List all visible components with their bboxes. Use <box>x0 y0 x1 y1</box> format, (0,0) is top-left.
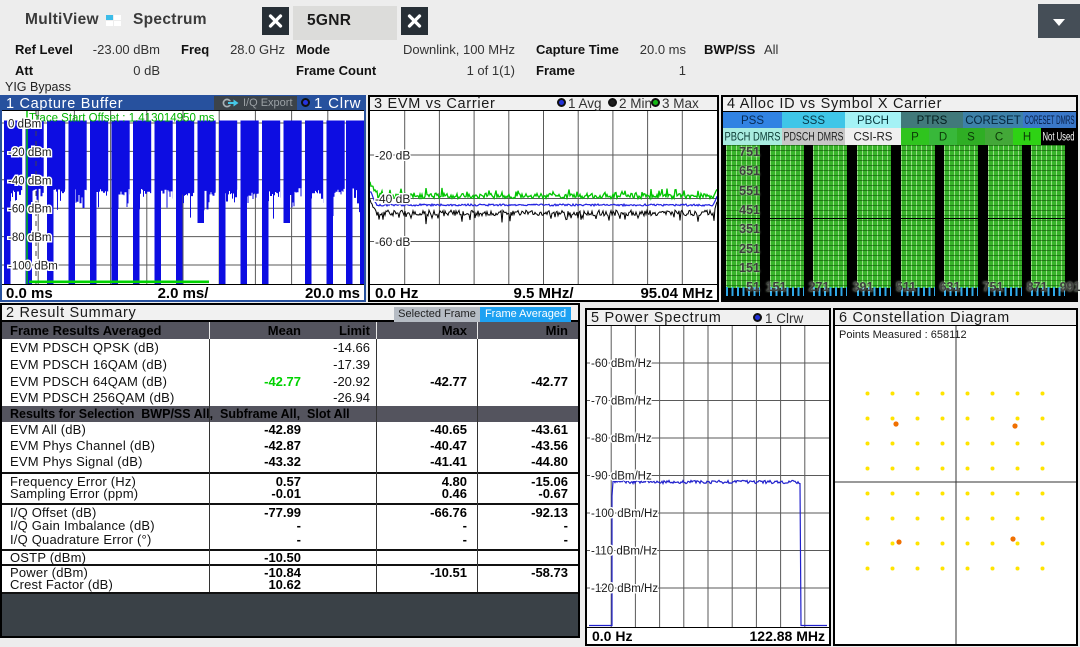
svg-text:PTRS: PTRS <box>917 115 948 127</box>
svg-text:-90 dBm/Hz: -90 dBm/Hz <box>591 471 652 483</box>
svg-text:-40 dBm: -40 dBm <box>8 175 51 187</box>
svg-text:-70 dBm/Hz: -70 dBm/Hz <box>591 396 652 408</box>
svg-text:-80 dBm: -80 dBm <box>8 232 51 244</box>
svg-text:-20 dB: -20 dB <box>375 149 410 163</box>
svg-text:CSI-RS: CSI-RS <box>854 132 893 144</box>
svg-text:-110 dBm/Hz: -110 dBm/Hz <box>591 546 658 558</box>
svg-text:H: H <box>1023 132 1031 144</box>
svg-text:-20 dBm: -20 dBm <box>8 147 51 159</box>
svg-text:C: C <box>995 132 1003 144</box>
svg-text:P: P <box>911 132 919 144</box>
svg-text:D: D <box>939 132 947 144</box>
svg-text:-40 dB: -40 dB <box>375 192 410 206</box>
svg-text:PDSCH DMRS: PDSCH DMRS <box>784 132 844 144</box>
svg-text:-100 dBm/Hz: -100 dBm/Hz <box>591 508 658 520</box>
svg-text:S: S <box>967 132 975 144</box>
svg-text:Trace Start Offset : 1.4130149: Trace Start Offset : 1.413014950 ms <box>29 113 215 125</box>
svg-text:PBCH: PBCH <box>857 115 889 127</box>
svg-text:-120 dBm/Hz: -120 dBm/Hz <box>591 583 658 595</box>
svg-text:0 dBm: 0 dBm <box>8 119 41 131</box>
svg-text:PSS: PSS <box>741 115 764 127</box>
svg-text:-80 dBm/Hz: -80 dBm/Hz <box>591 433 652 445</box>
svg-text:Not Used: Not Used <box>1043 132 1075 144</box>
svg-text:PBCH DMRS: PBCH DMRS <box>725 132 781 144</box>
svg-text:CORESET DMRS: CORESET DMRS <box>1025 115 1075 127</box>
svg-text:Points Measured : 658112: Points Measured : 658112 <box>839 329 967 341</box>
svg-text:-60 dB: -60 dB <box>375 235 410 249</box>
svg-text:CORESET: CORESET <box>965 115 1021 127</box>
svg-text:SSS: SSS <box>802 115 825 127</box>
svg-text:-60 dBm: -60 dBm <box>8 204 51 216</box>
svg-text:-100 dBm: -100 dBm <box>8 261 58 273</box>
svg-text:-60 dBm/Hz: -60 dBm/Hz <box>591 358 652 370</box>
